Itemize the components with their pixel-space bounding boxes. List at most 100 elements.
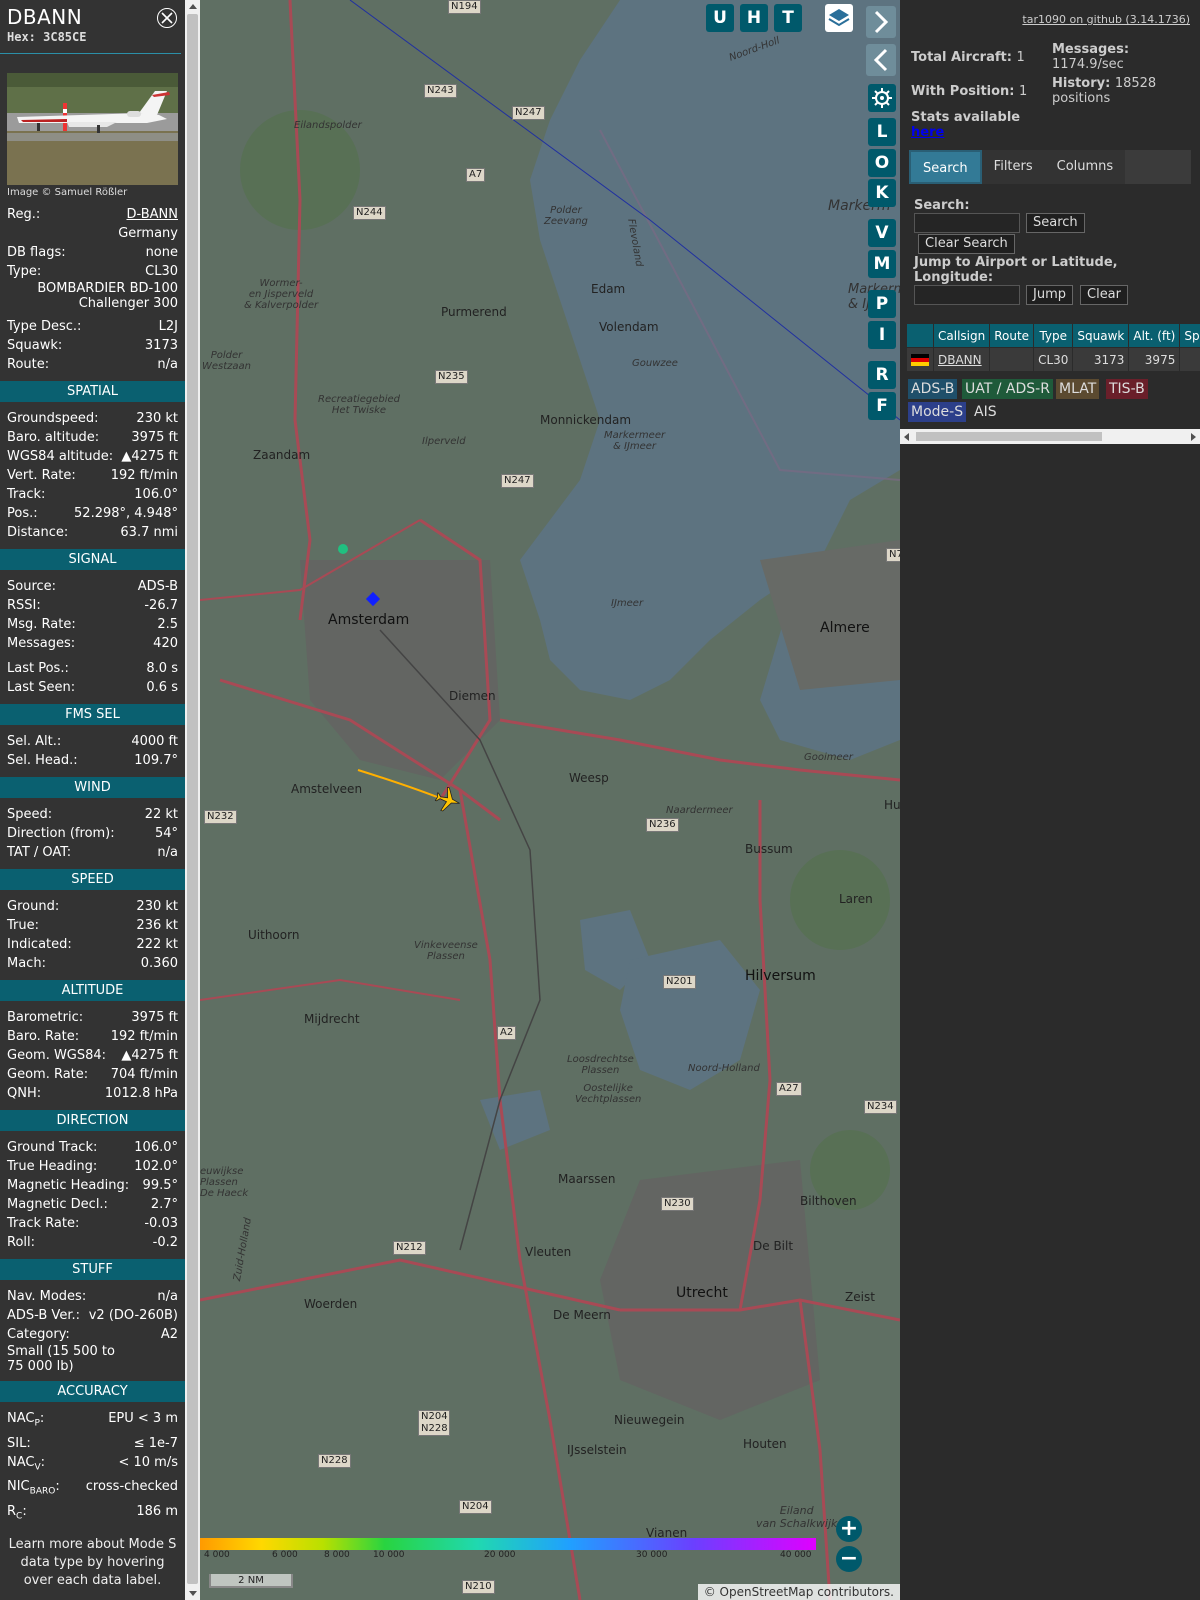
with-position: With Position: 1 bbox=[911, 84, 1028, 99]
alt-geomrate-label: Geom. Rate: bbox=[7, 1067, 89, 1082]
close-icon[interactable] bbox=[157, 8, 177, 28]
map-button-v[interactable]: V bbox=[868, 219, 896, 247]
colorbar-tick: 20 000 bbox=[484, 1550, 516, 1560]
squawk-row: Squawk: 3173 bbox=[0, 336, 185, 355]
typedesc-value: L2J bbox=[158, 319, 178, 334]
messages-row: Messages: 420 bbox=[0, 634, 185, 653]
collapse-left-icon[interactable] bbox=[866, 44, 896, 76]
speed-true-row: True: 236 kt bbox=[0, 916, 185, 935]
map-button-r[interactable]: R bbox=[868, 361, 896, 389]
clear-search-button[interactable]: Clear Search bbox=[918, 234, 1015, 254]
rssi-row: RSSI: -26.7 bbox=[0, 596, 185, 615]
col-speed[interactable]: Spd. bbox=[1179, 323, 1200, 348]
tab-columns[interactable]: Columns bbox=[1045, 150, 1126, 184]
section-spatial: SPATIAL bbox=[0, 381, 185, 402]
map-background bbox=[200, 0, 900, 1600]
clear-button[interactable]: Clear bbox=[1080, 285, 1128, 305]
search-button[interactable]: Search bbox=[1026, 213, 1085, 233]
road-n228: N228 bbox=[318, 1454, 351, 1468]
lastpos-value: 8.0 s bbox=[146, 661, 178, 676]
place-debilt: De Bilt bbox=[753, 1239, 794, 1253]
map-canvas[interactable]: Amsterdam Zaandam Purmerend Edam Volenda… bbox=[200, 0, 900, 1600]
col-squawk[interactable]: Squawk bbox=[1072, 323, 1130, 348]
sel-alt-row: Sel. Alt.: 4000 ft bbox=[0, 732, 185, 751]
lastseen-value: 0.6 s bbox=[146, 680, 178, 695]
sel-alt-label: Sel. Alt.: bbox=[7, 734, 62, 749]
sidebar: tar1090 on github (3.14.1736) Total Airc… bbox=[900, 0, 1200, 1600]
place-hui: Hui bbox=[884, 798, 900, 812]
search-input[interactable] bbox=[914, 213, 1020, 233]
map-button-i[interactable]: I bbox=[868, 321, 896, 349]
col-type[interactable]: Type bbox=[1033, 323, 1074, 348]
reg-link[interactable]: D-BANN bbox=[127, 205, 179, 224]
rc-row: RC: 186 m bbox=[0, 1502, 185, 1527]
legend-mlat: MLAT bbox=[1056, 379, 1100, 399]
stats-link[interactable]: here bbox=[911, 125, 944, 140]
tab-filters[interactable]: Filters bbox=[982, 150, 1045, 184]
map-button-l[interactable]: L bbox=[868, 118, 896, 146]
category-row: Category: A2 bbox=[0, 1325, 185, 1344]
aircraft-info-panel: DBANN Hex: 3C85CE Image © Samuel Rößler … bbox=[0, 0, 185, 1600]
map-button-o[interactable]: O bbox=[868, 149, 896, 177]
zoom-out-button[interactable]: − bbox=[836, 1546, 862, 1572]
place-woerden: Woerden bbox=[304, 1297, 358, 1311]
layers-icon[interactable] bbox=[825, 4, 853, 32]
alt-baro-label: Barometric: bbox=[7, 1010, 84, 1025]
table-row[interactable]: DBANN CL30 3173 3975 bbox=[906, 347, 1200, 372]
route-value: n/a bbox=[157, 357, 178, 372]
map-button-k[interactable]: K bbox=[868, 179, 896, 207]
aircraft-photo[interactable] bbox=[7, 73, 178, 185]
col-altitude[interactable]: Alt. (ft) bbox=[1128, 323, 1181, 348]
github-link[interactable]: tar1090 on github (3.14.1736) bbox=[1022, 13, 1190, 26]
image-credit: Image © Samuel Rößler bbox=[7, 187, 128, 198]
nacv-label: NACV: bbox=[7, 1454, 46, 1473]
col-route[interactable]: Route bbox=[989, 323, 1035, 348]
jump-button[interactable]: Jump bbox=[1026, 285, 1073, 305]
lastseen-row: Last Seen: 0.6 s bbox=[0, 678, 185, 697]
map-attribution[interactable]: © OpenStreetMap contributors. bbox=[697, 1584, 900, 1600]
map-button-u[interactable]: U bbox=[706, 4, 734, 32]
road-a7: A7 bbox=[466, 168, 486, 182]
place-maarssen: Maarssen bbox=[558, 1172, 616, 1186]
map-button-p[interactable]: P bbox=[868, 290, 896, 318]
nav-modes-value: n/a bbox=[157, 1289, 178, 1304]
sel-head-value: 109.7° bbox=[134, 753, 178, 768]
zoom-in-button[interactable]: + bbox=[836, 1516, 862, 1542]
row-speed bbox=[1179, 347, 1200, 372]
settings-gear-icon[interactable] bbox=[868, 84, 896, 112]
info-scrollbar[interactable] bbox=[185, 0, 200, 1600]
colorbar-tick: 8 000 bbox=[324, 1550, 350, 1560]
section-wind: WIND bbox=[0, 777, 185, 798]
row-squawk: 3173 bbox=[1072, 347, 1130, 372]
legend-uat-adsr: UAT / ADS-R bbox=[962, 379, 1053, 399]
nacp-value: EPU < 3 m bbox=[108, 1411, 178, 1426]
map-button-t[interactable]: T bbox=[774, 4, 802, 32]
section-speed: SPEED bbox=[0, 869, 185, 890]
place-hilversum: Hilversum bbox=[745, 968, 816, 984]
source-label: Source: bbox=[7, 579, 57, 594]
road-n244: N244 bbox=[353, 206, 386, 220]
map-button-f[interactable]: F bbox=[868, 392, 896, 420]
map-button-m[interactable]: M bbox=[868, 250, 896, 278]
mag-decl-label: Magnetic Decl.: bbox=[7, 1197, 108, 1212]
map-button-h[interactable]: H bbox=[740, 4, 768, 32]
typedesc-row: Type Desc.: L2J bbox=[0, 317, 185, 336]
germany-flag-icon bbox=[906, 347, 934, 372]
col-callsign[interactable]: Callsign bbox=[932, 323, 991, 348]
place-zeist: Zeist bbox=[845, 1290, 875, 1304]
road-n247-north: N247 bbox=[512, 106, 545, 120]
jump-input[interactable] bbox=[914, 285, 1020, 305]
row-callsign[interactable]: DBANN bbox=[932, 347, 991, 372]
row-altitude: 3975 bbox=[1128, 347, 1181, 372]
vert-rate-value: 192 ft/min bbox=[110, 468, 178, 483]
place-bussum: Bussum bbox=[745, 842, 793, 856]
road-n212: N212 bbox=[393, 1241, 426, 1255]
place-gooimeer: Gooimeer bbox=[804, 752, 853, 763]
table-hscrollbar[interactable] bbox=[900, 429, 1200, 444]
distance-row: Distance: 63.7 nmi bbox=[0, 523, 185, 542]
tab-search[interactable]: Search bbox=[909, 150, 982, 184]
expand-right-icon[interactable] bbox=[866, 6, 896, 38]
qnh-value: 1012.8 hPa bbox=[104, 1086, 178, 1101]
col-flag[interactable] bbox=[906, 323, 934, 348]
rssi-label: RSSI: bbox=[7, 598, 41, 613]
